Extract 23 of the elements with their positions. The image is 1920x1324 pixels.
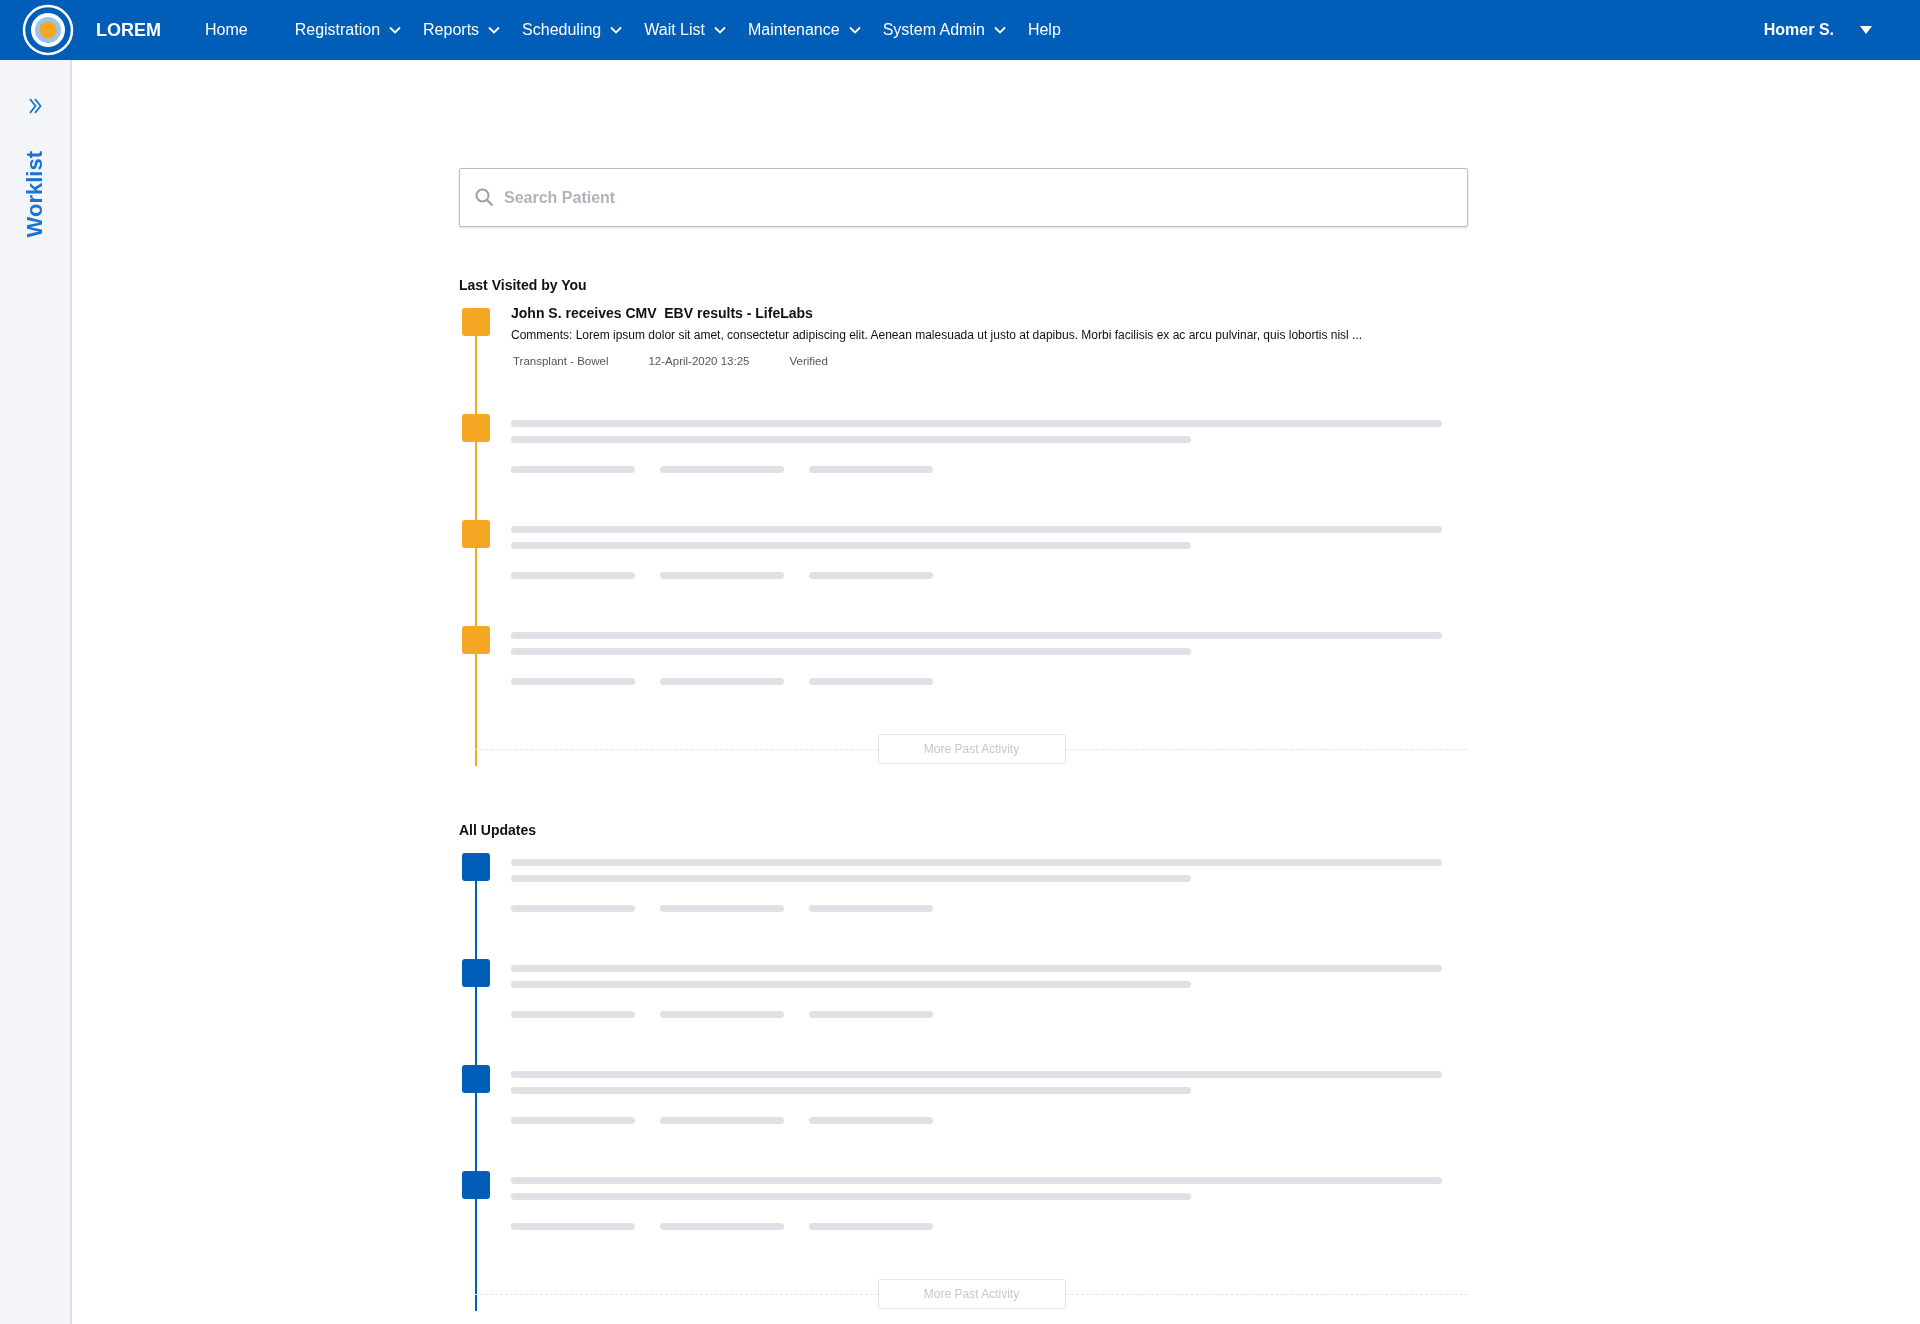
caret-down-icon [1860, 26, 1872, 34]
double-chevron-right-icon[interactable] [28, 97, 42, 115]
activity-title[interactable]: John S. receives CMV EBV results - LifeLabs [511, 305, 1468, 321]
logo-icon[interactable] [22, 4, 74, 56]
section-heading: All Updates [459, 822, 537, 838]
nav-menu-item[interactable]: System Admin [882, 21, 1006, 39]
nav-menu-item[interactable]: Maintenance [748, 21, 861, 39]
user-menu[interactable]: Homer S. [1763, 21, 1872, 39]
search-field[interactable]: Search Patient [459, 168, 1468, 227]
activity-meta: 12-April-2020 13:25 [648, 355, 750, 367]
worklist-tab[interactable]: Worklist [22, 151, 48, 238]
activity-meta: Transplant - Bowel [513, 355, 609, 367]
nav-menu-item[interactable]: Wait List [644, 21, 726, 39]
search-icon [475, 188, 494, 207]
nav-menu-item[interactable]: Scheduling [522, 21, 623, 39]
nav-menu-item[interactable]: Home [205, 21, 248, 39]
section-heading: Last Visited by You [459, 277, 588, 293]
brand-name[interactable]: LOREM [96, 19, 161, 41]
nav-menu-item[interactable]: Registration [294, 21, 402, 39]
nav-menu-item[interactable]: Help [1027, 21, 1061, 39]
activity-meta: Verified [789, 355, 828, 367]
nav-menu-item[interactable]: Reports [423, 21, 501, 39]
activity-comment: Comments: Lorem ipsum dolor sit amet, consectetur adipiscing elit. Aenean malesuada ut justo at dapibus. Morbi facilisis ex ac arcu pulvinar, quis lobortis nisl ... [511, 328, 1364, 342]
